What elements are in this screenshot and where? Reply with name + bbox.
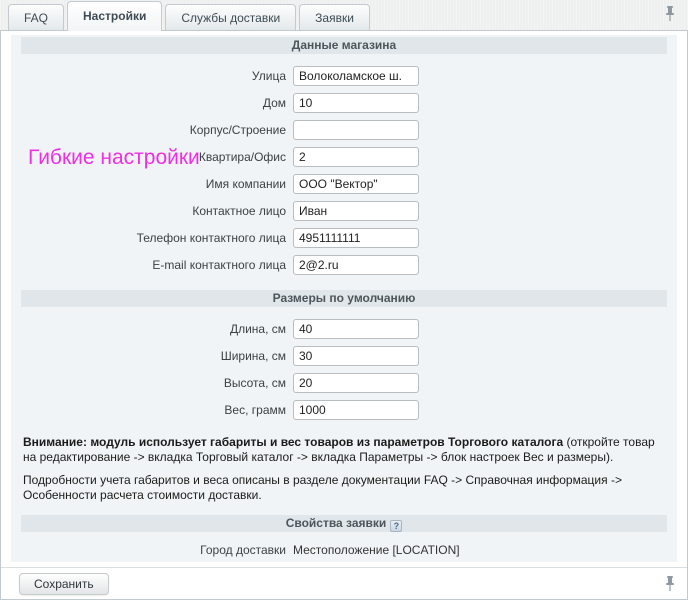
field-label: Улица [11,69,293,83]
width-input[interactable] [293,346,419,366]
form-row: Корпус/Строение [11,116,677,143]
field-label: E-mail контактного лица [11,258,293,272]
weight-input[interactable] [293,400,419,420]
form-row: Улица [11,62,677,89]
watermark-text: Гибкие настройки [28,146,200,170]
footer-bar: Сохранить [1,567,687,599]
section-header-request-properties: Свойства заявки? [21,515,667,532]
company-name-input[interactable] [293,174,419,194]
field-label: Длина, см [11,322,293,336]
field-label: Контактное лицо [11,204,293,218]
field-label: Телефон контактного лица [11,231,293,245]
panel-body: Данные магазина Улица Дом Корпус/Строени… [1,31,687,567]
street-input[interactable] [293,66,419,86]
contact-phone-input[interactable] [293,228,419,248]
section-header-store-data: Данные магазина [21,37,667,54]
save-button[interactable]: Сохранить [19,573,109,595]
length-input[interactable] [293,319,419,339]
field-label: Корпус/Строение [11,123,293,137]
delivery-city-value: Местоположение [LOCATION] [293,543,460,557]
form-row: Ширина, см [11,342,677,369]
form-row: Город доставки Местоположение [LOCATION] [11,538,677,562]
tab-label: Настройки [83,9,146,23]
form-row: Длина, см [11,315,677,342]
pin-icon[interactable] [665,6,675,21]
tab-label: Службы доставки [181,11,280,25]
apartment-input[interactable] [293,147,419,167]
form-row: Вес, грамм [11,396,677,423]
warning-note-bold: Внимание: модуль использует габариты и в… [23,435,563,449]
tab-settings[interactable]: Настройки [67,1,162,31]
section-header-default-sizes: Размеры по умолчанию [21,290,667,307]
house-input[interactable] [293,93,419,113]
section-title-text: Свойства заявки [286,516,387,530]
tab-faq[interactable]: FAQ [8,4,64,30]
building-input[interactable] [293,120,419,140]
form-row: Телефон контактного лица [11,224,677,251]
warning-note: Внимание: модуль использует габариты и в… [23,435,665,465]
field-label: Ширина, см [11,349,293,363]
tab-label: FAQ [24,11,48,25]
notes-block: Внимание: модуль использует габариты и в… [11,423,677,503]
field-label: Дом [11,96,293,110]
field-label: Высота, см [11,376,293,390]
tab-bar: FAQ Настройки Службы доставки Заявки [0,0,688,30]
tab-label: Заявки [315,11,354,25]
form-row: Дом [11,89,677,116]
settings-panel: Данные магазина Улица Дом Корпус/Строени… [0,30,688,600]
form-row: E-mail контактного лица [11,251,677,278]
tab-requests[interactable]: Заявки [299,4,370,30]
pin-icon[interactable] [665,576,675,591]
height-input[interactable] [293,373,419,393]
help-icon[interactable]: ? [390,520,402,532]
form-row: Имя компании [11,170,677,197]
form-row: Контактное лицо [11,197,677,224]
faq-note: Подробности учета габаритов и веса описа… [23,473,665,503]
contact-person-input[interactable] [293,201,419,221]
field-label: Город доставки [11,543,293,557]
contact-email-input[interactable] [293,255,419,275]
field-label: Вес, грамм [11,403,293,417]
form-area: Данные магазина Улица Дом Корпус/Строени… [11,35,677,562]
field-label: Имя компании [11,177,293,191]
form-row: Высота, см [11,369,677,396]
tab-delivery-services[interactable]: Службы доставки [165,4,296,30]
